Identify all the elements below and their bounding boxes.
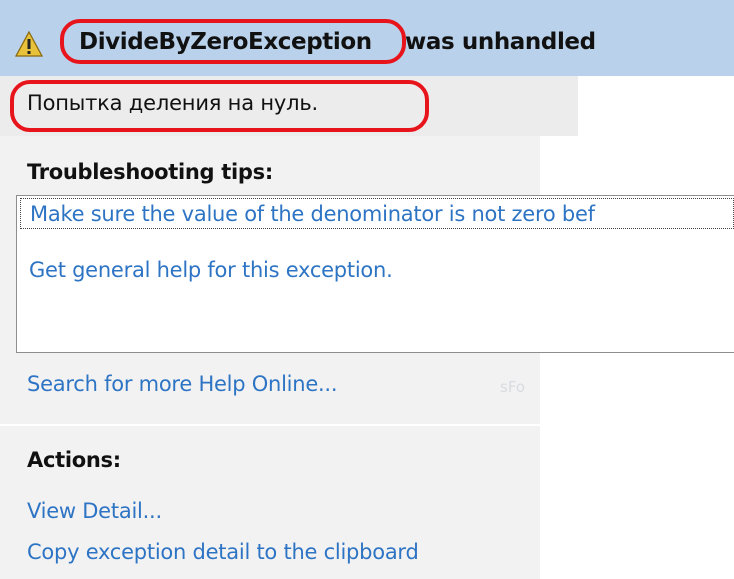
tip-link-denominator[interactable]: Make sure the value of the denominator i…: [20, 198, 734, 229]
highlight-oval-message: [10, 80, 429, 132]
search-help-online-link[interactable]: Search for more Help Online...: [27, 372, 338, 396]
tip-link-general-help[interactable]: Get general help for this exception.: [29, 258, 393, 282]
warning-icon: [15, 31, 43, 57]
title-suffix: was unhandled: [405, 29, 596, 55]
faded-watermark-text: sFo: [500, 378, 526, 396]
panel-right-area-lower: [540, 366, 734, 579]
exception-title-bar: DivideByZeroException was unhandled: [0, 0, 734, 76]
copy-detail-link[interactable]: Copy exception detail to the clipboard: [27, 540, 419, 564]
troubleshooting-heading: Troubleshooting tips:: [27, 160, 273, 184]
actions-heading: Actions:: [27, 448, 121, 472]
section-divider: [0, 424, 540, 426]
highlight-oval-exception-name: [60, 19, 406, 64]
view-detail-link[interactable]: View Detail...: [27, 499, 162, 523]
